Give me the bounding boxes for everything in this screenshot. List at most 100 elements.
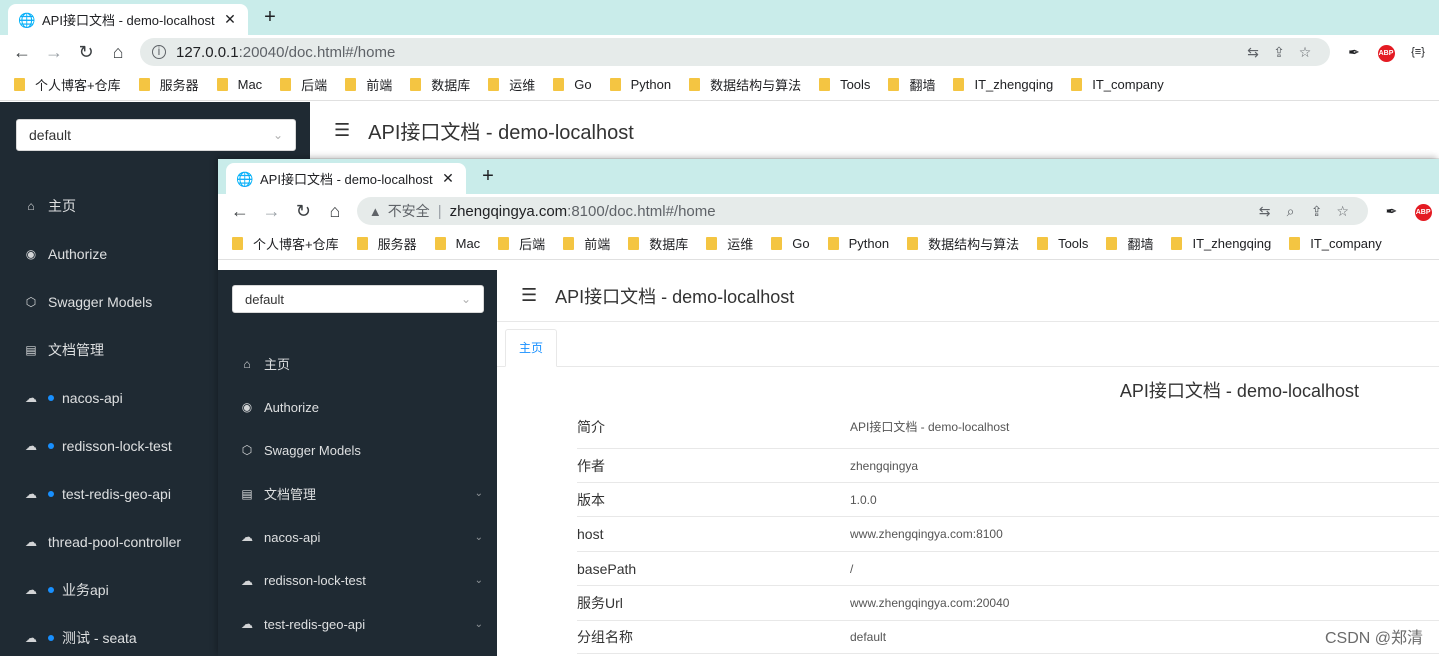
translate-icon[interactable]: ⇆: [1252, 203, 1278, 220]
bookmark-folder[interactable]: 前端: [563, 234, 610, 253]
tab-strip: 🌐 API接口文档 - demo-localhost ✕ +: [218, 159, 1439, 194]
adblock-plus-icon[interactable]: ABP: [1407, 201, 1439, 221]
back-button[interactable]: ←: [6, 38, 38, 66]
warning-icon[interactable]: ▲: [369, 204, 382, 219]
close-tab-icon[interactable]: ✕: [440, 170, 456, 187]
back-button[interactable]: ←: [224, 197, 256, 225]
sidebar-item[interactable]: ☁ redisson-lock-test ⌄: [218, 559, 497, 602]
sidebar-item[interactable]: ⬡ Swagger Models: [218, 429, 497, 472]
bookmark-label: 翻墙: [1127, 237, 1154, 252]
bookmark-folder[interactable]: Tools: [1037, 236, 1088, 251]
share-icon[interactable]: ⇪: [1304, 203, 1330, 220]
group-select[interactable]: default ⌄: [16, 119, 296, 151]
bookmark-folder[interactable]: 数据结构与算法: [907, 234, 1019, 253]
bookmark-folder[interactable]: 数据库: [410, 75, 470, 94]
info-key: host: [577, 526, 604, 542]
browser-toolbar: ← → ↻ ⌂ ▲ 不安全 | zhengqingya.com:8100/doc…: [218, 194, 1439, 228]
bookmark-folder[interactable]: Go: [771, 236, 810, 251]
folder-icon: [232, 237, 243, 250]
bookmark-label: 后端: [301, 78, 328, 93]
folder-icon: [888, 78, 900, 91]
bookmark-label: 运维: [509, 78, 536, 93]
bookmark-folder[interactable]: Mac: [216, 77, 262, 92]
sidebar-item[interactable]: ☁ test-redis-geo-api ⌄: [218, 602, 497, 645]
bookmark-folder[interactable]: 个人博客+仓库: [14, 75, 121, 94]
chevron-down-icon: ⌄: [272, 128, 283, 142]
bookmark-folder[interactable]: 翻墙: [1106, 234, 1153, 253]
bookmark-folder[interactable]: 运维: [706, 234, 753, 253]
info-key: 简介: [577, 418, 605, 435]
reload-button[interactable]: ↻: [287, 197, 319, 225]
sidebar-item[interactable]: ☁ nacos-api ⌄: [218, 516, 497, 559]
home-button[interactable]: ⌂: [319, 197, 351, 225]
bookmark-folder[interactable]: 服务器: [138, 75, 199, 94]
address-bar[interactable]: ▲ 不安全 | zhengqingya.com:8100/doc.html#/h…: [356, 197, 1368, 225]
bookmark-folder[interactable]: Python: [609, 77, 672, 92]
bookmark-folder[interactable]: 运维: [488, 75, 535, 94]
bookmark-folder[interactable]: IT_zhengqing: [1171, 236, 1271, 251]
bookmark-folder[interactable]: IT_company: [1289, 236, 1382, 251]
bookmark-star-icon[interactable]: ☆: [1292, 44, 1318, 61]
bookmark-label: 后端: [519, 237, 546, 252]
bookmark-folder[interactable]: IT_company: [1071, 77, 1164, 92]
status-dot: [48, 635, 54, 641]
bookmark-label: Tools: [840, 77, 871, 92]
tab-home[interactable]: 主页: [505, 329, 557, 367]
bookmark-folder[interactable]: 前端: [345, 75, 392, 94]
new-tab-button[interactable]: +: [476, 165, 500, 189]
browser-tab[interactable]: 🌐 API接口文档 - demo-localhost ✕: [8, 4, 248, 35]
bookmark-folder[interactable]: 翻墙: [888, 75, 935, 94]
close-tab-icon[interactable]: ✕: [222, 11, 238, 28]
menu-toggle-icon[interactable]: ☰: [521, 285, 537, 306]
bookmark-folder[interactable]: 服务器: [356, 234, 417, 253]
bookmark-folder[interactable]: IT_zhengqing: [953, 77, 1053, 92]
sidebar-item[interactable]: ▤ 文档管理 ⌄: [218, 472, 497, 515]
bookmark-folder[interactable]: 后端: [498, 234, 545, 253]
browser-toolbar: ← → ↻ ⌂ i 127.0.0.1:20040/doc.html#/home…: [0, 35, 1439, 69]
bookmark-label: Python: [630, 77, 672, 92]
file-icon: ▤: [25, 343, 37, 357]
browser-tab[interactable]: 🌐 API接口文档 - demo-localhost ✕: [226, 163, 466, 194]
forward-button[interactable]: →: [256, 197, 288, 225]
folder-icon: [410, 78, 422, 91]
bookmark-folder[interactable]: Tools: [819, 77, 870, 92]
bookmark-folder[interactable]: Python: [827, 236, 889, 251]
adblock-plus-icon[interactable]: ABP: [1370, 42, 1402, 62]
forward-button[interactable]: →: [38, 38, 70, 66]
url-host: zhengqingya.com: [449, 202, 568, 220]
cloud-icon: ☁: [25, 583, 37, 597]
info-key: 服务Url: [577, 595, 623, 611]
new-tab-button[interactable]: +: [258, 6, 282, 30]
bookmark-folder[interactable]: 后端: [280, 75, 327, 94]
bookmark-folder[interactable]: Mac: [434, 236, 480, 251]
address-bar[interactable]: i 127.0.0.1:20040/doc.html#/home ⇆ ⇪ ☆: [140, 38, 1330, 66]
folder-icon: [771, 237, 783, 250]
reload-button[interactable]: ↻: [70, 38, 102, 66]
home-button[interactable]: ⌂: [102, 38, 134, 66]
sidebar-item[interactable]: ⌂ 主页: [218, 342, 497, 385]
menu-toggle-icon[interactable]: ☰: [334, 120, 350, 141]
info-row: basePath /: [577, 552, 1439, 586]
bookmark-folder[interactable]: 数据库: [628, 234, 688, 253]
info-row: 版本 1.0.0: [577, 483, 1439, 517]
bookmark-folder[interactable]: 个人博客+仓库: [232, 234, 339, 253]
bookmark-label: 翻墙: [909, 78, 936, 93]
bookmark-label: Tools: [1058, 236, 1089, 251]
info-row: 简介 API接口文档 - demo-localhost: [577, 405, 1439, 449]
feather-extension-icon[interactable]: ✒: [1376, 203, 1408, 220]
translate-icon[interactable]: ⇆: [1240, 44, 1266, 61]
site-info-icon[interactable]: i: [152, 45, 166, 59]
bookmarks-bar: 个人博客+仓库 服务器 Mac 后端 前端 数据库 运维 Go Python 数据结构与算法 Too…: [218, 228, 1439, 260]
bookmark-label: Go: [792, 236, 810, 251]
bookmark-star-icon[interactable]: ☆: [1330, 203, 1356, 220]
bookmark-folder[interactable]: 数据结构与算法: [689, 75, 801, 94]
bookmark-label: 个人博客+仓库: [35, 78, 121, 93]
sidebar-item[interactable]: ◉ Authorize: [218, 385, 497, 428]
zoom-icon[interactable]: ⌕: [1278, 203, 1304, 220]
share-icon[interactable]: ⇪: [1266, 44, 1292, 61]
feather-extension-icon[interactable]: ✒: [1338, 44, 1370, 61]
group-select[interactable]: default ⌄: [232, 285, 484, 313]
bookmark-folder[interactable]: Go: [553, 77, 592, 92]
json-extension-icon[interactable]: {≡}: [1402, 46, 1434, 58]
bookmark-label: 数据库: [649, 237, 689, 252]
